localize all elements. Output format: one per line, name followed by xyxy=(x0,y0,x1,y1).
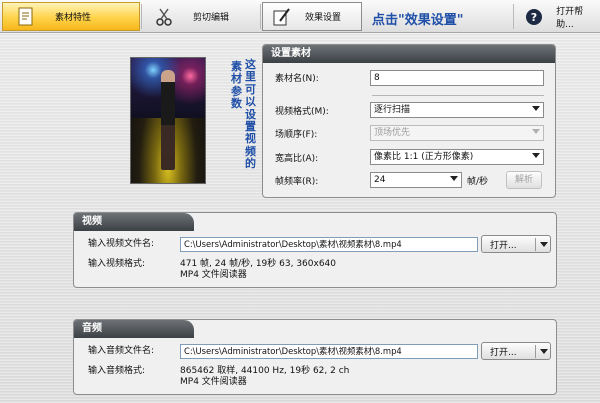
help-icon: ? xyxy=(523,6,544,28)
material-thumbnail xyxy=(130,57,206,184)
video-format-value: 逐行扫描 xyxy=(374,105,411,115)
video-reader-info: MP4 文件阅读器 xyxy=(180,270,247,280)
name-label: 素材名(N): xyxy=(275,73,319,84)
audio-panel: 音频 输入音频文件名: C:\Users\Administrator\Deskt… xyxy=(73,319,557,395)
field-order-value: 顶场优先 xyxy=(374,128,411,138)
frame-rate-select[interactable]: 24 xyxy=(370,172,462,188)
audio-reader-info: MP4 文件阅读器 xyxy=(180,377,247,387)
annotation-vertical-left: 素材参数 xyxy=(231,60,242,111)
video-file-label: 输入视频文件名: xyxy=(88,239,155,249)
tab-effect-settings-label: 效果设置 xyxy=(305,13,342,23)
pencil-paper-icon xyxy=(271,6,293,28)
field-order-select[interactable]: 顶场优先 xyxy=(370,125,544,141)
parse-button[interactable]: 解析 xyxy=(506,171,542,189)
aspect-ratio-row: 宽高比(A): xyxy=(275,149,371,165)
document-icon xyxy=(15,6,37,28)
audio-panel-title: 音频 xyxy=(74,320,194,338)
audio-format-details: 865462 取样, 44100 Hz, 19秒 62, 2 ch xyxy=(180,366,350,376)
name-row: 素材名(N): xyxy=(275,69,371,85)
material-settings-title: 设置素材 xyxy=(263,45,555,63)
split-separator xyxy=(535,238,536,251)
chevron-down-icon xyxy=(450,176,458,181)
open-help-label: 打开帮助... xyxy=(556,6,584,30)
video-format-label: 视频格式(M): xyxy=(275,106,329,117)
tab-cut-edit-label: 剪切编辑 xyxy=(193,13,230,23)
tab-cut-edit[interactable]: 剪切编辑 xyxy=(140,2,258,31)
frame-rate-row: 帧频率(R): xyxy=(275,172,371,188)
tab-material-properties-label: 素材特性 xyxy=(55,13,92,23)
settings-divider xyxy=(372,95,544,96)
split-separator xyxy=(535,345,536,358)
instruction-annotation: 点击"效果设置" xyxy=(372,13,464,28)
frame-rate-value: 24 xyxy=(374,175,386,185)
audio-format-info-label: 输入音频格式: xyxy=(88,366,146,376)
chevron-down-icon xyxy=(532,153,540,158)
video-format-row: 视频格式(M): xyxy=(275,102,371,118)
field-order-row: 场顺序(F): xyxy=(275,125,371,141)
frame-rate-unit: 帧/秒 xyxy=(467,177,489,187)
open-help-button[interactable]: ? 打开帮助... xyxy=(516,2,600,31)
material-name-input[interactable]: 8 xyxy=(370,70,544,86)
open-audio-label: 打开... xyxy=(490,348,517,358)
chevron-down-icon xyxy=(532,106,540,111)
aspect-ratio-value: 像素比 1:1 (正方形像素) xyxy=(374,152,474,162)
chevron-down-icon[interactable] xyxy=(540,242,548,247)
field-order-label: 场顺序(F): xyxy=(275,129,318,140)
annotation-vertical-right: 这里可以设置视频的 xyxy=(245,58,256,171)
aspect-ratio-label: 宽高比(A): xyxy=(275,153,319,164)
chevron-down-icon[interactable] xyxy=(540,349,548,354)
tab-effect-settings[interactable]: 效果设置 xyxy=(262,2,362,31)
toolbar-separator xyxy=(260,4,261,29)
model-figure xyxy=(161,70,175,170)
open-video-label: 打开... xyxy=(490,241,517,251)
audio-file-label: 输入音频文件名: xyxy=(88,346,155,356)
material-settings-panel: 设置素材 素材名(N): 8 视频格式(M): 逐行扫描 场顺序(F): 顶场优… xyxy=(262,44,556,198)
audio-file-path-input[interactable]: C:\Users\Administrator\Desktop\素材\视频素材\8… xyxy=(180,344,478,359)
frame-rate-label: 帧频率(R): xyxy=(275,176,319,187)
chevron-down-icon xyxy=(532,129,540,134)
video-file-path-input[interactable]: C:\Users\Administrator\Desktop\素材\视频素材\8… xyxy=(180,237,478,252)
scissors-icon xyxy=(153,6,175,28)
video-format-select[interactable]: 逐行扫描 xyxy=(370,102,544,118)
aspect-ratio-select[interactable]: 像素比 1:1 (正方形像素) xyxy=(370,149,544,165)
svg-text:?: ? xyxy=(530,11,536,24)
open-video-button[interactable]: 打开... xyxy=(481,235,551,253)
open-audio-button[interactable]: 打开... xyxy=(481,342,551,360)
video-format-details: 471 帧, 24 帧/秒, 19秒 63, 360x640 xyxy=(180,259,336,269)
video-panel-title: 视频 xyxy=(74,213,194,231)
video-panel: 视频 输入视频文件名: C:\Users\Administrator\Deskt… xyxy=(73,212,557,288)
main-toolbar: 素材特性 剪切编辑 效果设置 点击"效果设置" ? 打开帮助... xyxy=(0,0,600,33)
tab-material-properties[interactable]: 素材特性 xyxy=(2,2,140,31)
video-format-info-label: 输入视频格式: xyxy=(88,259,146,269)
toolbar-separator xyxy=(513,4,514,29)
